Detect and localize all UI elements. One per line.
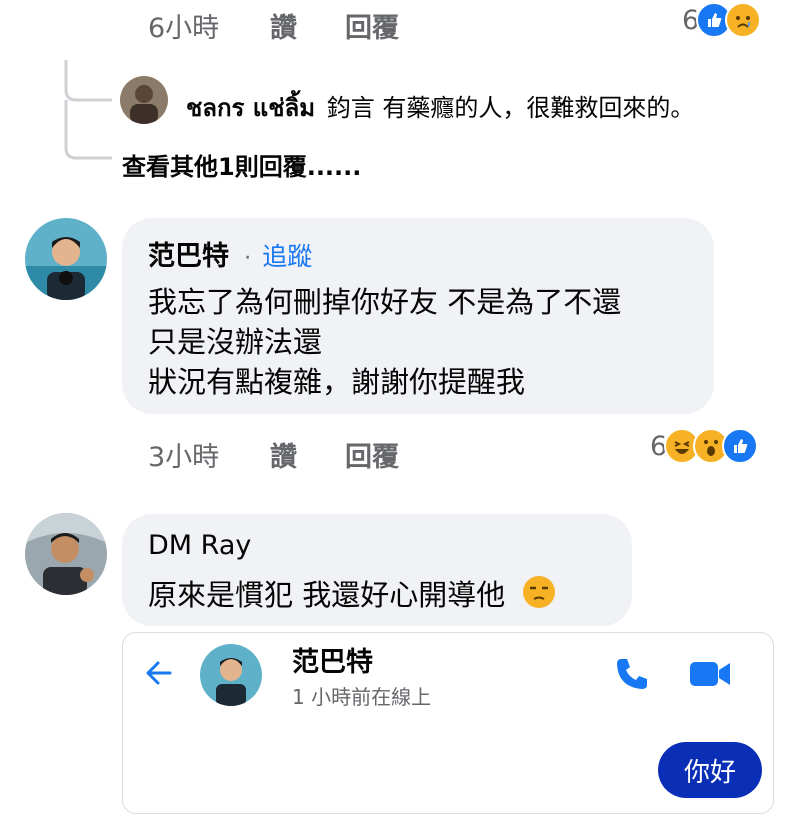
avatar[interactable]: [25, 218, 107, 300]
phone-call-icon[interactable]: [612, 654, 652, 698]
comment-line: 狀況有點複雜，謝謝你提醒我: [148, 365, 526, 399]
sad-reaction-icon: [725, 2, 762, 38]
like-button[interactable]: 讚: [270, 435, 297, 474]
comment-text: 原來是慣犯 我還好心開導他: [148, 575, 556, 619]
reaction-summary[interactable]: 6: [650, 428, 759, 464]
like-reaction-icon: [722, 428, 759, 464]
view-more-replies-link[interactable]: 查看其他1則回覆......: [122, 147, 361, 182]
avatar[interactable]: [25, 513, 107, 595]
comment-text: 我忘了為何刪掉你好友 不是為了不還 只是沒辦法還 狀況有點複雜，謝謝你提醒我: [148, 282, 621, 402]
reply-text: 鈞言 有藥癮的人，很難救回來的。: [326, 94, 695, 122]
avatar[interactable]: [120, 76, 168, 124]
reply-author[interactable]: ชลกร แช่ลิ้ม: [186, 94, 315, 122]
sent-message-bubble: 你好: [658, 742, 762, 798]
follow-link[interactable]: 追蹤: [262, 242, 312, 271]
reply-button[interactable]: 回覆: [345, 6, 399, 45]
back-arrow-icon[interactable]: [140, 654, 178, 696]
messenger-contact-name: 范巴特: [292, 647, 373, 678]
unamused-emoji-icon: [522, 575, 556, 619]
video-call-icon[interactable]: [688, 656, 732, 696]
comment-line: 我忘了為何刪掉你好友 不是為了不還: [148, 285, 622, 319]
comment-header: 范巴特 · 追蹤: [148, 234, 312, 273]
comment-line: 原來是慣犯 我還好心開導他: [148, 578, 506, 612]
comment-author[interactable]: 范巴特: [148, 241, 229, 272]
messenger-last-active: 1 小時前在線上: [292, 685, 432, 709]
separator-dot: ·: [244, 246, 252, 271]
comment-time: 3小時: [148, 442, 220, 473]
comment-author[interactable]: DM Ray: [148, 530, 251, 561]
reaction-summary[interactable]: 6: [682, 2, 762, 38]
reply-button[interactable]: 回覆: [345, 435, 399, 474]
comment-time: 6小時: [148, 13, 220, 44]
thread-connector-line: [64, 60, 112, 160]
like-button[interactable]: 讚: [270, 6, 297, 45]
avatar[interactable]: [200, 644, 262, 706]
reply-preview[interactable]: ชลกร แช่ลิ้ม 鈞言 有藥癮的人，很難救回來的。: [186, 88, 694, 127]
comment-line: 只是沒辦法還: [148, 325, 323, 359]
